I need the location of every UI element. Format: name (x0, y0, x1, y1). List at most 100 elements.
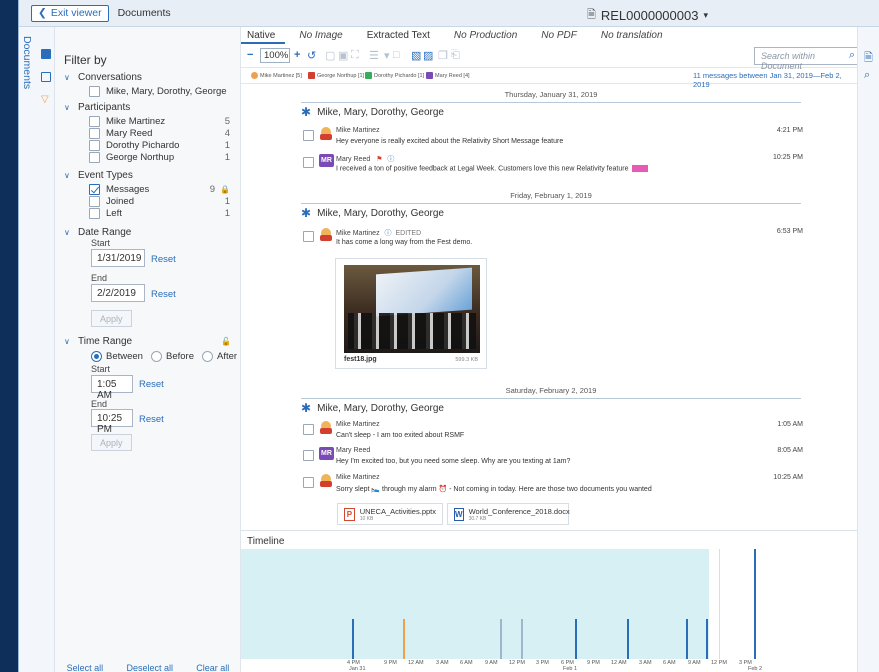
date-start-input[interactable]: 1/31/2019 (91, 249, 145, 267)
checkbox[interactable] (89, 140, 100, 151)
radio-after[interactable] (201, 351, 213, 362)
fit-width-icon[interactable]: ▣ (338, 49, 348, 62)
timeline-selected-range[interactable] (241, 549, 709, 659)
filter-icon[interactable]: ▽ (41, 95, 51, 105)
timeline-event-bar[interactable] (706, 619, 708, 659)
viewer-tabs: Native No Image Extracted Text No Produc… (241, 27, 857, 44)
participant-item[interactable]: Mary Reed 4 (89, 128, 230, 139)
time-start-input[interactable]: 1:05 AM (91, 375, 133, 401)
zoom-input[interactable]: 100% (260, 48, 290, 63)
message-checkbox[interactable] (303, 477, 314, 488)
tab-translation[interactable]: No translation (595, 27, 673, 44)
date-end-reset-link[interactable]: Reset (151, 289, 176, 300)
chevron-down-icon: ▾ (703, 10, 708, 20)
timeline-event-bar[interactable] (521, 619, 523, 659)
checkbox[interactable] (89, 128, 100, 139)
participant-chip[interactable]: George Northup [1] (308, 72, 364, 79)
time-end-input[interactable]: 10:25 PM (91, 409, 133, 435)
breadcrumb-documents[interactable]: Documents (118, 7, 171, 19)
list-icon[interactable]: ☰ (369, 49, 379, 62)
timeline-event-bar[interactable] (686, 619, 688, 659)
clear-all-link[interactable]: Clear all (196, 663, 229, 672)
section-time-range[interactable]: ∨ Time Range (64, 336, 132, 347)
search-within-document-input[interactable]: Search within Document (754, 47, 861, 71)
event-type-item[interactable]: Joined 1 (89, 196, 230, 207)
zoom-in-icon[interactable]: + (294, 49, 300, 61)
file-attachment[interactable]: P UNECA_Activities.pptx 10 KB (337, 503, 443, 525)
select-all-link[interactable]: Select all (67, 663, 104, 672)
participant-item[interactable]: Mike Martinez 5 (89, 116, 230, 127)
date-apply-button[interactable]: Apply (91, 310, 132, 327)
participant-chip[interactable]: Dorothy Pichardo [1] (365, 72, 424, 79)
expand-icon[interactable]: ⛶ (351, 49, 359, 62)
highlight-icon[interactable]: ▧ (411, 49, 421, 62)
zoom-out-icon[interactable]: − (247, 49, 253, 61)
message-checkbox[interactable] (303, 231, 314, 242)
time-apply-button[interactable]: Apply (91, 434, 132, 451)
timeline-event-bar[interactable] (500, 619, 502, 659)
message: Mike Martinez Hey everyone is really exc… (303, 127, 803, 151)
top-bar: ❮ Exit viewer Documents 🗎 REL0000000003 … (19, 0, 879, 27)
time-end-reset-link[interactable]: Reset (139, 414, 164, 425)
participant-item[interactable]: George Northup 1 (89, 152, 230, 163)
fit-page-icon[interactable]: ▢ (325, 49, 335, 62)
conversation-item[interactable]: Mike, Mary, Dorothy, George (89, 86, 230, 97)
message: Mike Martinez ⓘ EDITED It has come a lon… (303, 228, 803, 252)
file-attachment[interactable]: W World_Conference_2018.docx 30.7 KB (447, 503, 570, 525)
event-type-item[interactable]: Messages 9 🔒 (89, 184, 230, 195)
message-checkbox[interactable] (303, 424, 314, 435)
document-properties-icon[interactable]: 🗎 (864, 49, 873, 68)
event-type-item[interactable]: Left 1 (89, 208, 230, 219)
document-list-icon[interactable] (41, 49, 51, 59)
timeline-event-bar[interactable] (403, 619, 405, 659)
section-participants[interactable]: ∨ Participants (64, 102, 130, 113)
message-checkbox[interactable] (303, 450, 314, 461)
document-selector[interactable]: 🗎 REL0000000003 ▾ (587, 6, 708, 25)
timeline-event-bar[interactable] (627, 619, 629, 659)
participant-item[interactable]: Dorothy Pichardo 1 (89, 140, 230, 151)
participant-chip[interactable]: Mary Reed [4] (426, 72, 470, 79)
image-attachment[interactable]: fest18.jpg 599.3 KB (335, 258, 487, 369)
date-start-reset-link[interactable]: Reset (151, 254, 176, 265)
tab-pdf[interactable]: No PDF (535, 27, 587, 44)
comment-icon[interactable]: □ (393, 49, 400, 61)
participant-chip[interactable]: Mike Martinez [5] (251, 72, 302, 79)
message: Mike Martinez Can't sleep - I am too exi… (303, 421, 803, 445)
section-event-types[interactable]: ∨ Event Types (64, 170, 133, 181)
tab-production[interactable]: No Production (448, 27, 527, 44)
chevron-down-icon[interactable]: ▾ (384, 49, 390, 62)
redact-icon[interactable]: ▨ (423, 49, 433, 62)
radio-between[interactable] (91, 351, 102, 362)
timeline-event-bar[interactable] (575, 619, 577, 659)
image-icon[interactable] (41, 72, 51, 82)
timeline-event-bar[interactable] (352, 619, 354, 659)
message-checkbox[interactable] (303, 130, 314, 141)
deselect-all-link[interactable]: Deselect all (126, 663, 173, 672)
rotate-icon[interactable]: ↺ (307, 49, 316, 62)
search-icon[interactable]: ⌕ (864, 69, 870, 82)
checkbox-checked[interactable] (89, 184, 100, 195)
search-icon[interactable]: ⌕ (849, 49, 855, 62)
rail-documents-label[interactable]: Documents (19, 36, 33, 96)
avatar-icon (426, 72, 433, 79)
copy-icon[interactable]: ❐ (438, 49, 448, 62)
date-end-input[interactable]: 2/2/2019 (91, 284, 145, 302)
checkbox[interactable] (89, 152, 100, 163)
exit-viewer-button[interactable]: ❮ Exit viewer (31, 4, 109, 22)
section-conversations[interactable]: ∨ Conversations (64, 72, 142, 83)
conversation-header: ✱ Mike, Mary, Dorothy, George (301, 206, 444, 220)
checkbox[interactable] (89, 208, 100, 219)
message-checkbox[interactable] (303, 157, 314, 168)
tab-extracted-text[interactable]: Extracted Text (361, 27, 440, 44)
checkbox[interactable] (89, 116, 100, 127)
checkbox[interactable] (89, 196, 100, 207)
tab-native[interactable]: Native (241, 27, 286, 44)
checkbox[interactable] (89, 86, 100, 97)
lock-open-icon[interactable]: 🔓 (221, 337, 231, 346)
tab-image[interactable]: No Image (293, 27, 352, 44)
radio-before[interactable] (150, 351, 162, 362)
section-date-range[interactable]: ∨ Date Range (64, 227, 131, 238)
export-icon[interactable]: ⎗ (451, 49, 460, 62)
timeline-event-bar[interactable] (754, 549, 756, 659)
time-start-reset-link[interactable]: Reset (139, 379, 164, 390)
